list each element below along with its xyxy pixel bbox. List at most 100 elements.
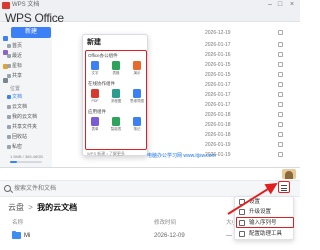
sidebar-item-starred[interactable]: 星标 bbox=[12, 63, 22, 69]
sidebar-item-home[interactable]: 首页 bbox=[12, 43, 22, 49]
maximize-icon[interactable]: □ bbox=[276, 1, 284, 9]
upgrade-icon bbox=[239, 209, 245, 215]
row-action-icon[interactable] bbox=[278, 152, 283, 157]
home-icon[interactable] bbox=[3, 36, 8, 41]
sidebar-item-private[interactable]: 私密 bbox=[12, 144, 22, 150]
sidebar-item-cloud[interactable]: 云文档 bbox=[12, 104, 27, 110]
app-tab-label[interactable]: WPS 文档 bbox=[12, 1, 39, 9]
row-action-icon[interactable] bbox=[278, 42, 283, 47]
app-label: 表单 bbox=[91, 127, 99, 131]
sidebar-item-my-cloud[interactable]: 我的云文档 bbox=[12, 114, 37, 120]
row-action-icon[interactable] bbox=[278, 82, 283, 87]
section-office: Office办公组件 bbox=[88, 53, 118, 58]
sidebar-item-icon bbox=[7, 135, 11, 139]
row-action-icon[interactable] bbox=[278, 122, 283, 127]
form-app-icon[interactable] bbox=[91, 117, 99, 126]
menu-item-label: 设置 bbox=[249, 199, 261, 205]
sidebar-section-location: 位置 bbox=[10, 86, 21, 92]
sidebar-item-icon bbox=[7, 145, 11, 149]
sidebar-item-shared-folder[interactable]: 共享文件夹 bbox=[12, 124, 37, 130]
sidebar-item-icon bbox=[7, 64, 11, 68]
file-name[interactable]: Mi bbox=[24, 232, 30, 240]
cloud-drive-window: 云盘 > 我的云文档 名称 修改时间 大小 Mi 2026-12-09 — 设置… bbox=[0, 168, 300, 250]
row-action-icon[interactable] bbox=[278, 30, 283, 35]
row-action-icon[interactable] bbox=[278, 52, 283, 57]
menu-item-assistant[interactable]: 配置助理工具 bbox=[235, 229, 295, 239]
flowchart-app-icon[interactable] bbox=[112, 89, 120, 98]
new-button[interactable]: 新建 bbox=[11, 27, 51, 38]
sidebar-item-icon bbox=[7, 105, 11, 109]
highlight-box bbox=[236, 217, 294, 228]
slides-app-icon[interactable] bbox=[133, 61, 141, 70]
sidebar-item-shared[interactable]: 共享 bbox=[12, 73, 22, 79]
app-label: 演示 bbox=[133, 71, 141, 75]
app-label: 笔记 bbox=[133, 127, 141, 131]
app-label: 智能表 bbox=[110, 127, 122, 131]
sidebar-item-trash[interactable]: 回收站 bbox=[12, 134, 27, 140]
breadcrumb-current: 我的云文档 bbox=[37, 203, 78, 212]
watermark: 电脑办公学习网 www.itjsw.com bbox=[147, 153, 216, 159]
sidebar-item-icon bbox=[7, 44, 11, 48]
section-collab: 在线协作组件 bbox=[88, 81, 115, 86]
more-icon[interactable] bbox=[3, 78, 8, 83]
row-action-icon[interactable] bbox=[278, 142, 283, 147]
smart-table-app-icon[interactable] bbox=[112, 117, 120, 126]
app-label: 流程图 bbox=[110, 99, 122, 103]
app-label: 表格 bbox=[112, 71, 120, 75]
sidebar-item-recent[interactable]: 最近 bbox=[12, 53, 22, 59]
menu-item-settings[interactable]: 设置 bbox=[235, 197, 295, 207]
app-label: PDF bbox=[91, 99, 99, 103]
cloud-top-bar bbox=[0, 168, 300, 180]
menu-button[interactable] bbox=[278, 181, 290, 193]
hamburger-icon bbox=[281, 185, 287, 186]
new-document-popup: 新建 Office办公组件 文字 表格 演示 在线协作组件 PDF 流程图 思维… bbox=[82, 34, 148, 156]
minimize-icon[interactable]: – bbox=[266, 1, 274, 9]
file-size: — bbox=[226, 233, 232, 239]
storage-bar bbox=[10, 161, 42, 163]
row-action-icon[interactable] bbox=[278, 112, 283, 117]
file-date: 2026-01-18 bbox=[205, 122, 231, 128]
search-input[interactable] bbox=[14, 184, 134, 194]
column-name[interactable]: 名称 bbox=[12, 218, 23, 228]
writer-app-icon[interactable] bbox=[91, 61, 99, 70]
file-date: 2026-01-18 bbox=[205, 112, 231, 118]
file-date: 2026-01-17 bbox=[205, 42, 231, 48]
file-date: 2026-01-19 bbox=[205, 142, 231, 148]
sheet-app-icon[interactable] bbox=[112, 61, 120, 70]
row-action-icon[interactable] bbox=[278, 92, 283, 97]
sidebar: 新建 首页 最近 星标 共享 位置 文档 云文档 我的云文档 共享文件夹 回收站… bbox=[0, 22, 52, 167]
file-date: 2026-01-15 bbox=[205, 72, 231, 78]
pdf-app-icon[interactable] bbox=[91, 89, 99, 98]
row-action-icon[interactable] bbox=[278, 132, 283, 137]
folder-icon bbox=[12, 230, 21, 239]
hamburger-icon bbox=[281, 187, 287, 189]
app-label: 文字 bbox=[91, 71, 99, 75]
file-date: 2026-01-17 bbox=[205, 92, 231, 98]
sidebar-item-icon bbox=[7, 74, 11, 78]
settings-dropdown: 设置 升级设置 输入序列号 配置助理工具 bbox=[234, 196, 294, 240]
file-date: 2026-01-17 bbox=[205, 102, 231, 108]
popup-footer[interactable]: WPS 新建 • 了解更多 bbox=[87, 151, 125, 156]
file-date: 2026-01-16 bbox=[205, 52, 231, 58]
row-action-icon[interactable] bbox=[278, 62, 283, 67]
tools-icon bbox=[239, 231, 245, 237]
gear-icon bbox=[239, 199, 245, 205]
sidebar-item-icon bbox=[7, 95, 11, 99]
file-date: 2026-01-17 bbox=[205, 82, 231, 88]
avatar[interactable] bbox=[282, 169, 296, 179]
sidebar-item-docs[interactable]: 文档 bbox=[12, 94, 22, 100]
breadcrumb-root[interactable]: 云盘 bbox=[8, 203, 24, 212]
hamburger-icon bbox=[281, 190, 287, 191]
sidebar-item-icon bbox=[7, 54, 11, 58]
file-date: 2026-01-18 bbox=[205, 132, 231, 138]
menu-item-label: 升级设置 bbox=[249, 209, 272, 215]
title-bar: WPS 文档 – □ × bbox=[0, 0, 300, 11]
close-icon[interactable]: × bbox=[288, 1, 296, 9]
column-modified[interactable]: 修改时间 bbox=[154, 218, 176, 228]
notes-app-icon[interactable] bbox=[133, 117, 141, 126]
row-action-icon[interactable] bbox=[278, 72, 283, 77]
menu-item-upgrade[interactable]: 升级设置 bbox=[235, 207, 295, 217]
mindmap-app-icon[interactable] bbox=[133, 89, 141, 98]
search-icon[interactable] bbox=[4, 185, 11, 192]
row-action-icon[interactable] bbox=[278, 102, 283, 107]
